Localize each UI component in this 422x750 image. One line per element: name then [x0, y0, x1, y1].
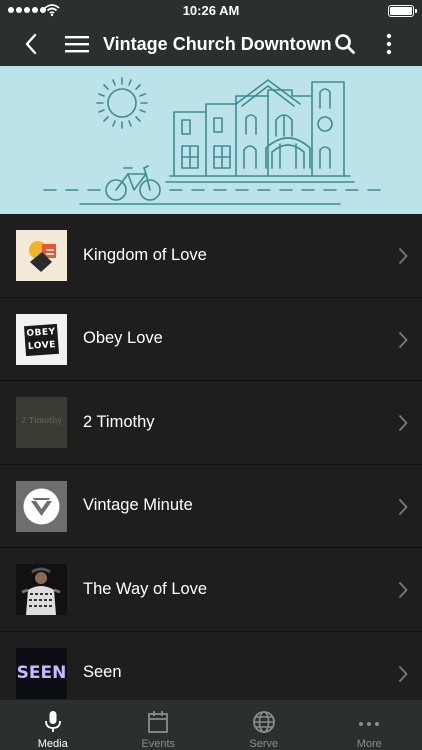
tab-serve[interactable]: Serve — [211, 700, 317, 750]
church-illustration — [43, 77, 381, 205]
sun-icon — [96, 77, 148, 129]
list-item-vintage-minute[interactable]: Vintage Minute — [0, 464, 422, 548]
series-thumbnail — [16, 564, 67, 615]
list-item-label: Seen — [83, 663, 122, 682]
series-thumbnail — [16, 480, 67, 532]
tab-label: Events — [141, 738, 176, 750]
battery-icon — [388, 5, 417, 17]
list-item-kingdom-of-love[interactable]: Kingdom of Love — [0, 214, 422, 298]
calendar-icon — [148, 711, 169, 733]
tab-bar: Media Events Serve More — [0, 700, 422, 750]
search-button[interactable] — [330, 22, 360, 66]
ellipsis-icon — [359, 722, 380, 726]
bicycle-icon — [105, 165, 161, 201]
thumbnail-text: OBEY LOVE — [23, 323, 60, 356]
chevron-right-icon — [398, 581, 408, 599]
list-item-seen[interactable]: SEEN Seen — [0, 631, 422, 700]
chevron-right-icon — [398, 247, 408, 265]
chevron-right-icon — [398, 498, 408, 515]
list-item-label: Kingdom of Love — [83, 245, 207, 264]
media-list: Kingdom of Love OBEY LOVE Obey Love 2 Ti… — [0, 214, 422, 700]
chevron-right-icon — [398, 331, 408, 348]
chevron-right-icon — [398, 665, 408, 682]
church-building — [165, 79, 355, 183]
vertical-ellipsis-icon — [386, 33, 392, 55]
list-item-label: Obey Love — [83, 329, 163, 348]
thumbnail-text: 2 Timothy — [21, 416, 62, 425]
chevron-right-icon — [398, 414, 408, 432]
microphone-icon — [44, 711, 61, 732]
tab-label: More — [356, 738, 382, 750]
navigation-bar: Vintage Church Downtown — [0, 22, 422, 66]
status-bar: 10:26 AM — [0, 0, 422, 22]
status-time: 10:26 AM — [182, 3, 240, 18]
list-item-label: Vintage Minute — [83, 496, 193, 515]
tab-label: Serve — [249, 738, 279, 750]
tab-media[interactable]: Media — [0, 700, 106, 750]
hamburger-menu-icon — [65, 36, 89, 53]
series-thumbnail — [16, 230, 67, 281]
tab-label: Media — [37, 738, 68, 750]
list-item-label: 2 Timothy — [83, 412, 155, 431]
search-icon — [335, 34, 355, 54]
page-title: Vintage Church Downtown — [103, 34, 332, 54]
menu-button[interactable] — [60, 22, 94, 66]
thumbnail-text: SEEN — [16, 662, 67, 683]
list-item-label: The Way of Love — [83, 579, 208, 598]
list-item-the-way-of-love[interactable]: The Way of Love — [0, 548, 422, 632]
globe-icon — [252, 711, 275, 733]
back-button[interactable] — [14, 22, 48, 66]
series-thumbnail: SEEN — [16, 647, 67, 699]
tab-events[interactable]: Events — [106, 700, 212, 750]
church-banner — [0, 66, 422, 214]
list-item-2-timothy[interactable]: 2 Timothy 2 Timothy — [0, 381, 422, 465]
series-thumbnail: OBEY LOVE — [16, 313, 67, 365]
tab-more[interactable]: More — [317, 700, 422, 750]
more-options-button[interactable] — [376, 22, 402, 66]
series-thumbnail: 2 Timothy — [16, 397, 67, 448]
list-item-obey-love[interactable]: OBEY LOVE Obey Love — [0, 297, 422, 381]
chevron-left-icon — [25, 33, 37, 55]
